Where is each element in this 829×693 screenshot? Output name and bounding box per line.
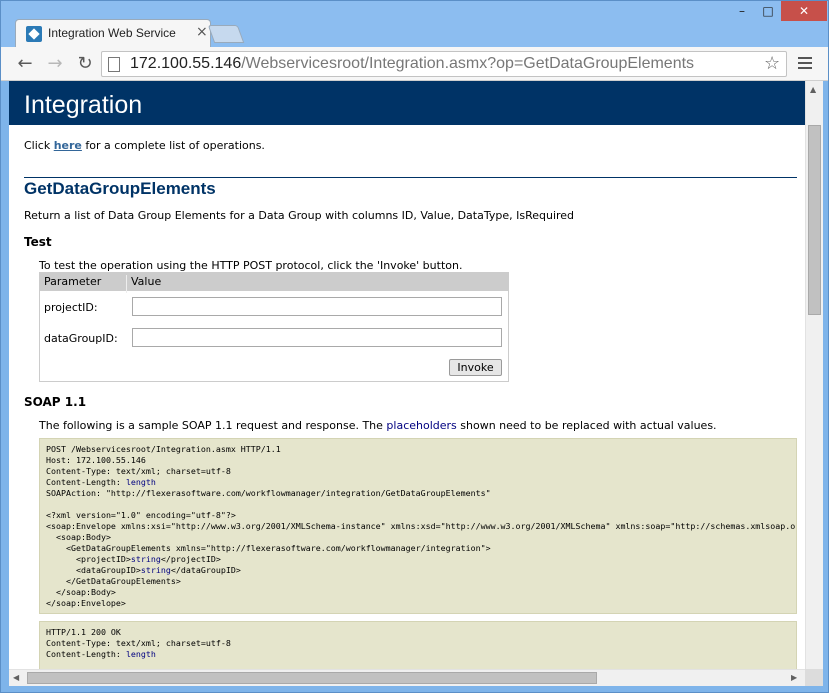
operations-link[interactable]: here — [54, 139, 82, 152]
code-placeholder: string — [130, 554, 161, 564]
browser-tab[interactable]: Integration Web Service × — [15, 19, 211, 47]
code-placeholder: length — [125, 649, 156, 659]
forward-icon[interactable]: → — [43, 52, 67, 76]
url-host: 172.100.55.146 — [130, 55, 242, 72]
horizontal-scroll-thumb[interactable] — [27, 672, 597, 684]
tab-title: Integration Web Service — [48, 26, 176, 40]
vertical-scrollbar[interactable]: ▲ — [805, 81, 823, 669]
browser-toolbar: ← → ↻ 172.100.55.146/Webservicesroot/Int… — [1, 47, 828, 81]
menu-icon[interactable] — [795, 54, 815, 74]
star-icon[interactable]: ☆ — [764, 53, 780, 74]
operation-title: GetDataGroupElements — [24, 179, 216, 198]
window-minimize-button[interactable]: – — [729, 1, 755, 21]
page-title: Integration — [24, 91, 143, 119]
code-line: Content-Length: — [46, 477, 126, 487]
scroll-right-icon[interactable]: ▶ — [791, 673, 797, 682]
test-heading: Test — [24, 235, 52, 249]
code-line: </dataGroupID> — [170, 565, 241, 575]
code-line: </GetDataGroupElements> — [46, 576, 181, 586]
code-line: HTTP/1.1 200 OK — [46, 627, 121, 637]
code-line: Host: 172.100.55.146 — [46, 455, 146, 465]
tab-close-icon[interactable]: × — [196, 24, 208, 40]
page-viewport: Integration Click here for a complete li… — [9, 81, 805, 669]
code-line: <dataGroupID> — [46, 565, 141, 575]
code-line: POST /Webservicesroot/Integration.asmx H… — [46, 444, 281, 454]
operation-description: Return a list of Data Group Elements for… — [24, 209, 575, 222]
url-path: /Webservicesroot/Integration.asmx?op=Get… — [241, 55, 695, 72]
title-bar: Integration Web Service × – □ ✕ — [1, 1, 828, 47]
new-tab-button[interactable] — [207, 25, 245, 43]
code-line: <?xml version="1.0" encoding="utf-8"?> — [46, 510, 236, 520]
code-line: </projectID> — [160, 554, 221, 564]
column-separator — [126, 275, 127, 293]
column-value: Value — [131, 275, 162, 288]
code-line: Content-Type: text/xml; charset=utf-8 — [46, 638, 231, 648]
code-line: </soap:Envelope> — [46, 598, 126, 608]
code-line: Content-Length: — [46, 649, 126, 659]
soap-intro-prefix: The following is a sample SOAP 1.1 reque… — [39, 419, 387, 432]
vertical-scroll-thumb[interactable] — [808, 125, 821, 315]
window-close-button[interactable]: ✕ — [781, 1, 827, 21]
page-header: Integration — [9, 81, 805, 125]
data-group-id-label: dataGroupID: — [44, 332, 118, 345]
scroll-left-icon[interactable]: ◀ — [13, 673, 19, 682]
invoke-button[interactable]: Invoke — [449, 359, 502, 376]
data-group-id-input[interactable] — [132, 328, 502, 347]
project-id-input[interactable] — [132, 297, 502, 316]
parameter-table: Parameter Value projectID: dataGroupID: … — [39, 272, 509, 382]
browser-window: Integration Web Service × – □ ✕ ← → ↻ 17… — [0, 0, 829, 693]
code-line: Content-Type: text/xml; charset=utf-8 — [46, 466, 231, 476]
window-maximize-button[interactable]: □ — [755, 1, 781, 21]
code-line: SOAPAction: "http://flexerasoftware.com/… — [46, 488, 491, 498]
scrollbar-corner — [805, 669, 823, 686]
soap-intro: The following is a sample SOAP 1.1 reque… — [39, 419, 717, 432]
code-line: <soap:Body> — [46, 532, 111, 542]
code-placeholder: string — [140, 565, 171, 575]
intro-prefix: Click — [24, 139, 54, 152]
parameter-table-header: Parameter Value — [40, 273, 508, 293]
soap-intro-placeholder: placeholders — [386, 419, 457, 432]
code-line: </soap:Body> — [46, 587, 116, 597]
intro-text: Click here for a complete list of operat… — [24, 139, 265, 152]
code-line: <GetDataGroupElements xmlns="http://flex… — [46, 543, 491, 553]
project-id-label: projectID: — [44, 301, 98, 314]
code-line: <soap:Envelope xmlns:xsi="http://www.w3.… — [46, 521, 796, 531]
soap-request-sample: POST /Webservicesroot/Integration.asmx H… — [39, 438, 797, 614]
url-text[interactable]: 172.100.55.146/Webservicesroot/Integrati… — [130, 55, 694, 73]
page-icon — [108, 57, 120, 72]
column-parameter: Parameter — [44, 275, 102, 288]
scroll-up-icon[interactable]: ▲ — [810, 85, 816, 94]
horizontal-scrollbar[interactable]: ◀ ▶ — [9, 669, 805, 686]
code-placeholder: length — [125, 477, 156, 487]
soap-heading: SOAP 1.1 — [24, 395, 87, 409]
test-intro: To test the operation using the HTTP POS… — [39, 259, 463, 272]
intro-suffix: for a complete list of operations. — [81, 139, 265, 152]
soap-intro-suffix: shown need to be replaced with actual va… — [456, 419, 717, 432]
reload-icon[interactable]: ↻ — [73, 52, 97, 76]
back-icon[interactable]: ← — [13, 52, 37, 76]
favicon-icon — [26, 26, 42, 42]
address-bar[interactable]: 172.100.55.146/Webservicesroot/Integrati… — [101, 51, 787, 77]
soap-response-sample: HTTP/1.1 200 OK Content-Type: text/xml; … — [39, 621, 797, 669]
divider — [24, 177, 797, 178]
code-line: <projectID> — [46, 554, 131, 564]
